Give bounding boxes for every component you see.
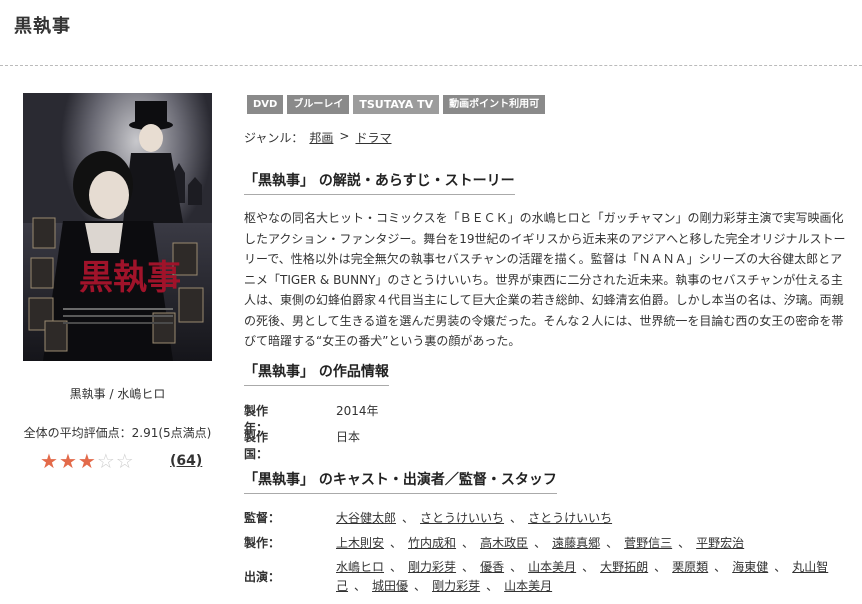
credit-separator: 、 bbox=[774, 560, 787, 574]
info-value: 日本 bbox=[336, 430, 361, 444]
breadcrumb-separator: > bbox=[339, 129, 350, 143]
star-filled-icon: ★ bbox=[77, 449, 96, 473]
credit-separator: 、 bbox=[486, 579, 499, 593]
badge-bluray[interactable]: ブルーレイ bbox=[287, 95, 350, 114]
credit-person-link[interactable]: 竹内成和 bbox=[408, 536, 456, 550]
credit-person-link[interactable]: 遠藤真郷 bbox=[552, 536, 600, 550]
synopsis-heading: 「黒執事」 の解説・あらすじ・ストーリー bbox=[244, 170, 515, 195]
credit-person-link[interactable]: 栗原類 bbox=[672, 560, 708, 574]
genre-link-drama[interactable]: ドラマ bbox=[355, 129, 391, 146]
synopsis-text: 枢やなの同名大ヒット・コミックスを「ＢＥＣＫ」の水嶋ヒロと「ガッチャマン」の剛力… bbox=[244, 211, 846, 348]
genre-label: ジャンル： bbox=[244, 131, 304, 145]
credit-separator: 、 bbox=[510, 511, 523, 525]
work-info-heading: 「黒執事」 の作品情報 bbox=[244, 361, 389, 386]
cast-staff-heading: 「黒執事」 のキャスト・出演者／監督・スタッフ bbox=[244, 469, 557, 494]
credit-person-link[interactable]: 上木則安 bbox=[336, 536, 384, 550]
credit-names: 大谷健太郎、さとうけいいち、さとうけいいち bbox=[336, 509, 856, 528]
credit-person-link[interactable]: 大谷健太郎 bbox=[336, 511, 396, 525]
credit-person-link[interactable]: 剛力彩芽 bbox=[408, 560, 456, 574]
page-title: 黒執事 bbox=[14, 16, 71, 37]
badge-dvd[interactable]: DVD bbox=[247, 95, 284, 114]
poster-artwork: 黒執事 bbox=[23, 93, 212, 361]
header-divider bbox=[0, 65, 862, 66]
genre-breadcrumb: ジャンル： 邦画 > ドラマ bbox=[244, 129, 392, 146]
credit-person-link[interactable]: 山本美月 bbox=[504, 579, 552, 593]
credit-person-link[interactable]: 海東健 bbox=[732, 560, 768, 574]
credit-person-link[interactable]: 菅野信三 bbox=[624, 536, 672, 550]
badge-video-points[interactable]: 動画ポイント利用可 bbox=[443, 95, 546, 114]
credit-person-link[interactable]: 高木政臣 bbox=[480, 536, 528, 550]
credit-label: 製作： bbox=[244, 536, 281, 550]
credit-person-link[interactable]: 水嶋ヒロ bbox=[336, 560, 384, 574]
credit-person-link[interactable]: さとうけいいち bbox=[420, 511, 504, 525]
credit-person-link[interactable]: 優香 bbox=[480, 560, 504, 574]
star-rating: ★ ★ ★ ☆ ☆ bbox=[40, 450, 135, 472]
credit-separator: 、 bbox=[354, 579, 367, 593]
credit-separator: 、 bbox=[390, 536, 403, 550]
badge-tsutaya-tv[interactable]: TSUTAYA TV bbox=[353, 95, 440, 114]
credit-separator: 、 bbox=[402, 511, 415, 525]
credit-separator: 、 bbox=[678, 536, 691, 550]
star-empty-icon: ☆ bbox=[96, 449, 115, 473]
credit-names: 水嶋ヒロ、剛力彩芽、優香、山本美月、大野拓朗、栗原類、海東健、丸山智己、城田優、… bbox=[336, 558, 856, 596]
credit-label: 出演： bbox=[244, 570, 281, 584]
genre-link-hougaku[interactable]: 邦画 bbox=[309, 129, 333, 146]
credit-separator: 、 bbox=[654, 560, 667, 574]
credit-person-link[interactable]: 剛力彩芽 bbox=[432, 579, 480, 593]
credit-separator: 、 bbox=[462, 536, 475, 550]
credit-separator: 、 bbox=[414, 579, 427, 593]
credit-names: 上木則安、竹内成和、高木政臣、遠藤真郷、菅野信三、平野宏治 bbox=[336, 534, 856, 553]
info-key: 製作国： bbox=[244, 430, 269, 461]
info-value: 2014年 bbox=[336, 404, 379, 418]
credit-separator: 、 bbox=[390, 560, 403, 574]
star-filled-icon: ★ bbox=[58, 449, 77, 473]
credit-separator: 、 bbox=[582, 560, 595, 574]
svg-text:黒執事: 黒執事 bbox=[79, 258, 181, 298]
credit-separator: 、 bbox=[462, 560, 475, 574]
credit-person-link[interactable]: 平野宏治 bbox=[696, 536, 744, 550]
poster-caption: 黒執事 / 水嶋ヒロ bbox=[69, 387, 166, 401]
credit-person-link[interactable]: 城田優 bbox=[372, 579, 408, 593]
credit-separator: 、 bbox=[606, 536, 619, 550]
star-filled-icon: ★ bbox=[40, 449, 58, 473]
credit-label: 監督： bbox=[244, 511, 281, 525]
average-rating-label: 全体の平均評価点：2.91(5点満点) bbox=[23, 426, 212, 440]
star-empty-icon: ☆ bbox=[115, 449, 134, 473]
credit-person-link[interactable]: 山本美月 bbox=[528, 560, 576, 574]
credit-separator: 、 bbox=[534, 536, 547, 550]
format-badges: DVD ブルーレイ TSUTAYA TV 動画ポイント利用可 bbox=[247, 95, 546, 114]
movie-poster[interactable]: 黒執事 bbox=[23, 93, 212, 361]
credit-separator: 、 bbox=[510, 560, 523, 574]
review-count-link[interactable]: (64) bbox=[170, 453, 202, 469]
credit-person-link[interactable]: さとうけいいち bbox=[528, 511, 612, 525]
credit-separator: 、 bbox=[714, 560, 727, 574]
credit-person-link[interactable]: 大野拓朗 bbox=[600, 560, 648, 574]
